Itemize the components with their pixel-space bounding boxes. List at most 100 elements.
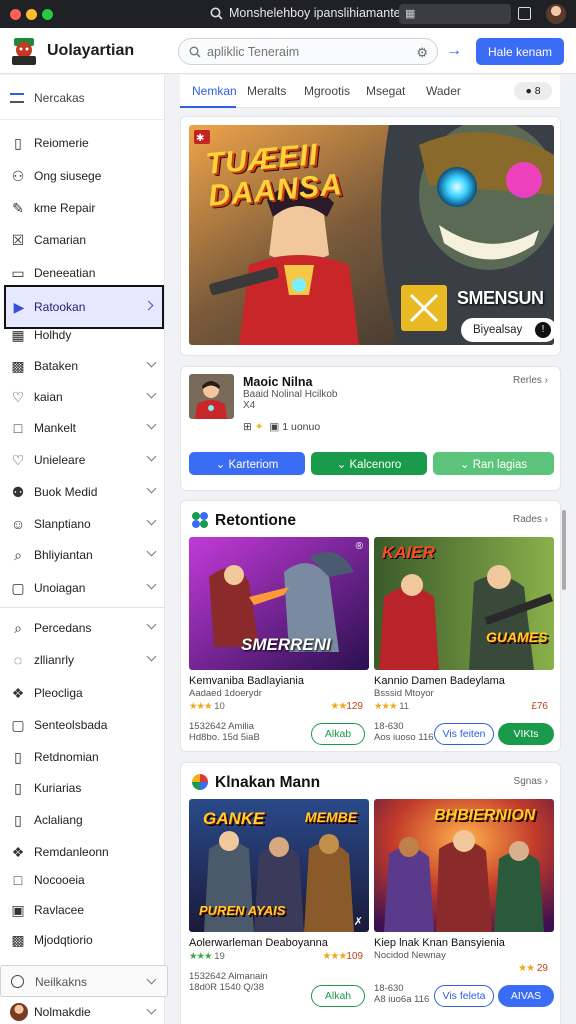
game-card-details-button[interactable]: Vis feiten [434, 723, 494, 745]
game-card-install-button[interactable]: VIKts [498, 723, 554, 745]
app-details-link[interactable]: Rerles › [513, 375, 548, 386]
titlebar-address-box[interactable]: ▦ [399, 4, 511, 24]
sidebar-item-label: Kuriarias [34, 781, 82, 795]
tab-4[interactable]: Wader [426, 84, 461, 98]
game-card-downloads-2: Hd8bo. 15d 5iaB [189, 732, 260, 743]
grid-icon: ▦ [405, 8, 416, 20]
star-icon: ✦ [254, 421, 264, 433]
hero-banner-image[interactable]: TUÆEII DAANSA ✱ SMENSUN Biyealsay! [189, 125, 554, 345]
settings-gear-icon[interactable]: ⚙ [416, 45, 428, 61]
sidebar-item[interactable]: ▩ Mjodqtiorio [0, 925, 165, 955]
game-badge [401, 285, 447, 331]
sidebar-item[interactable]: ☺ Slanptiano [0, 509, 165, 539]
hero-action-button[interactable]: Biyealsay! [461, 318, 554, 342]
game-card-value: ★★ 29 [518, 963, 548, 974]
game-card-subtitle: Aadaed 1doerydr [189, 688, 262, 699]
sidebar-item[interactable]: ▯ Reiomerie [0, 128, 165, 158]
tab-bar: Nemkan Meralts Mgrootis Msegat Wader ● 8 [180, 75, 560, 108]
titlebar-search[interactable]: Monshelehboy ipanslihiamanterii [210, 6, 410, 20]
sidebar-item[interactable]: ✎ kme Repair [0, 193, 165, 223]
sidebar-item[interactable]: ▯ Retdnomian [0, 742, 165, 772]
game-card[interactable]: KAIER GUAMES Kannio Damen Badeylama Bsss… [374, 537, 554, 745]
minimize-window-button[interactable] [26, 9, 37, 20]
rating-stars: ★★ [518, 963, 535, 974]
window-tile-icon[interactable] [518, 7, 531, 20]
file-icon: ▢ [11, 579, 25, 596]
user-icon: ⚇ [11, 167, 25, 184]
sidebar-item[interactable]: ⌕ Percedans [0, 613, 165, 643]
sidebar-header[interactable]: Nercakas [0, 75, 165, 120]
sidebar-item[interactable]: ▣ Ravlacee [0, 895, 165, 925]
app-name: Maoic Nilna [243, 375, 313, 389]
game-card-image: GANKE MEMBE PUREN AYAIS ✗ [189, 799, 369, 932]
sidebar-item[interactable]: □ Mankelt [0, 413, 165, 443]
sidebar-item[interactable]: ▢ Unoiagan [0, 573, 165, 603]
game-card[interactable]: GANKE MEMBE PUREN AYAIS ✗ Aolerwarleman … [189, 799, 369, 1007]
app-thumbnail[interactable] [189, 374, 234, 419]
sidebar-profile[interactable]: Nolmakdie [0, 1001, 165, 1024]
sidebar-item[interactable]: ▯ Aclaliang [0, 805, 165, 835]
sidebar-item-label: Holhdy [34, 328, 72, 342]
section-see-all-link[interactable]: Sgnas › [514, 776, 548, 787]
app-version: X4 [243, 400, 256, 411]
game-card[interactable]: SMERRENI ® Kemvaniba Badlayiania Aadaed … [189, 537, 369, 745]
sidebar-item[interactable]: ❖ Pleocliga [0, 678, 165, 708]
menu-icon[interactable] [10, 93, 24, 103]
sidebar-item[interactable]: ▦ Holhdy [0, 320, 165, 350]
sidebar-item[interactable]: ⌕ Bhliyiantan [0, 540, 165, 570]
badge-icon: ® [355, 541, 363, 552]
sidebar-item[interactable]: ♡ Unieleare [0, 445, 165, 475]
sidebar-item[interactable]: ⚇ Ong siusege [0, 161, 165, 191]
sidebar-item[interactable]: □ Nocooeia [0, 865, 165, 895]
app-developer: Baaid Nolinal Hcilkob [243, 389, 338, 400]
game-card-downloads-1: 1532642 Amilia [189, 721, 254, 732]
sidebar-item[interactable]: ❖ Remdanleonn [0, 837, 165, 867]
sidebar-item[interactable]: ▩ Bataken [0, 351, 165, 381]
sidebar-item[interactable]: ◌ zllianrly [0, 645, 165, 675]
sidebar-item-label: Deneeatian [34, 266, 96, 280]
sidebar-item[interactable]: ♡ kaian [0, 382, 165, 412]
tab-3[interactable]: Msegat [366, 84, 405, 98]
game-card[interactable]: BHBIERNION Kiep lnak Knan Bansyienia Noc… [374, 799, 554, 1007]
game-card-get-button[interactable]: Alkah [311, 985, 365, 1007]
arrow-right-icon[interactable]: → [446, 42, 462, 60]
file-icon: ▢ [11, 716, 25, 733]
game-card-install-button[interactable]: AIVAS [498, 985, 554, 1007]
notification-badge[interactable]: ● 8 [514, 82, 552, 100]
tab-2[interactable]: Mgrootis [304, 84, 350, 98]
game-card-image-text: GANKE [203, 809, 265, 828]
sidebar: Nercakas ▯ Reiomerie ⚇ Ong siusege ✎ kme Repa… [0, 75, 168, 1024]
search-icon: ⌕ [14, 546, 22, 563]
app-action-button-1[interactable]: ⌄ Karteriom [189, 452, 305, 475]
tab-0[interactable]: Nemkan [192, 84, 237, 98]
maximize-window-button[interactable] [42, 9, 53, 20]
sidebar-item[interactable]: ▭ Deneeatian [0, 258, 165, 288]
search-bar[interactable]: ⚙ [178, 38, 438, 65]
search-input[interactable] [207, 43, 407, 61]
sidebar-item[interactable]: ▯ Kuriarias [0, 773, 165, 803]
sidebar-bottom-select[interactable]: Neilkakns [0, 965, 168, 997]
game-card-downloads-2: A8 iuo6a 116 [374, 994, 430, 1005]
game-card-downloads-1: 1532642 Aimanain [189, 971, 268, 982]
scrollbar-thumb[interactable] [562, 510, 566, 590]
chevron-down-icon: ⌄ [459, 458, 470, 471]
game-card-value: ★★129 [330, 701, 363, 712]
chevron-down-icon [146, 579, 157, 590]
sidebar-item[interactable]: ⚉ Buok Medid [0, 477, 165, 507]
section-see-all-link[interactable]: Rades › [513, 514, 548, 525]
sidebar-item[interactable]: ▢ Senteolsbada [0, 710, 165, 740]
section-title: Retontione [215, 512, 296, 529]
window-titlebar: Monshelehboy ipanslihiamanterii ▦ [0, 0, 576, 28]
tab-1[interactable]: Meralts [247, 84, 286, 98]
user-avatar[interactable] [546, 4, 566, 24]
game-card-title: Kiep lnak Knan Bansyienia [374, 937, 505, 949]
app-action-button-2[interactable]: ⌄ Kalcenoro [311, 452, 427, 475]
game-card-details-button[interactable]: Vis feleta [434, 985, 494, 1007]
game-card-subtitle: Bsssid Mtoyor [374, 688, 434, 699]
app-action-button-3[interactable]: ⌄ Ran lagias [433, 452, 554, 475]
sidebar-item[interactable]: ☒ Camarian [0, 225, 165, 255]
close-window-button[interactable] [10, 9, 21, 20]
square-icon: □ [13, 420, 23, 436]
header-primary-button[interactable]: Hale kenam [476, 38, 564, 65]
game-card-get-button[interactable]: Alkab [311, 723, 365, 745]
